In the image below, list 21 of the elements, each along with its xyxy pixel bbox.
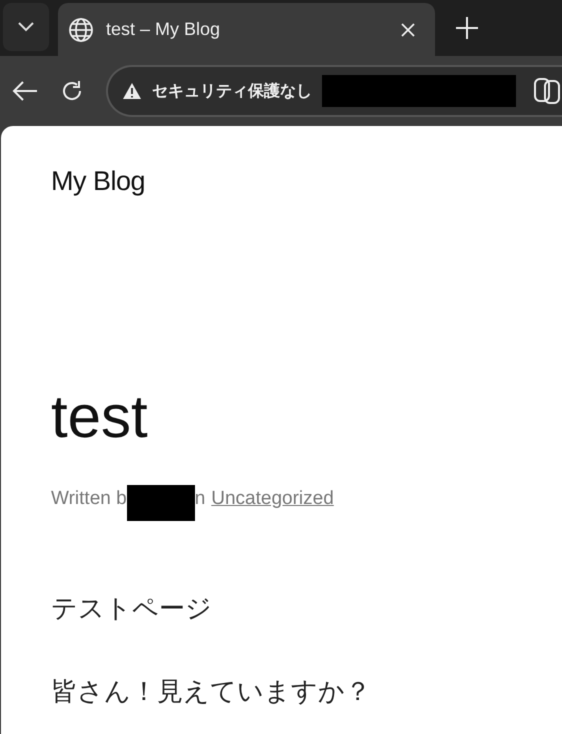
site-title[interactable]: My Blog: [51, 126, 562, 197]
paragraph: テストページ: [51, 592, 213, 625]
post-title: test: [51, 387, 149, 447]
chevron-down-icon: [17, 22, 35, 32]
new-tab-icon[interactable]: [455, 16, 479, 40]
redaction-box: [126, 485, 195, 521]
category-link[interactable]: Uncategorized: [211, 488, 334, 510]
refresh-icon[interactable]: [60, 79, 84, 103]
overlapping-shapes-icon[interactable]: [532, 76, 562, 106]
byline-text: Written b: [51, 488, 127, 510]
browser-tab[interactable]: test – My Blog: [58, 3, 435, 56]
byline-text: n: [194, 488, 206, 510]
paragraph: 皆さん！見えていますか？: [51, 675, 372, 708]
tab-list-button[interactable]: [3, 3, 49, 51]
back-arrow-icon[interactable]: [12, 80, 38, 102]
tab-title: test – My Blog: [106, 19, 222, 40]
globe-icon: [68, 16, 94, 42]
address-bar[interactable]: セキュリティ保護なし: [106, 65, 562, 117]
warning-icon: [122, 82, 142, 100]
close-icon[interactable]: [401, 22, 415, 36]
security-label: セキュリティ保護なし: [152, 81, 312, 102]
